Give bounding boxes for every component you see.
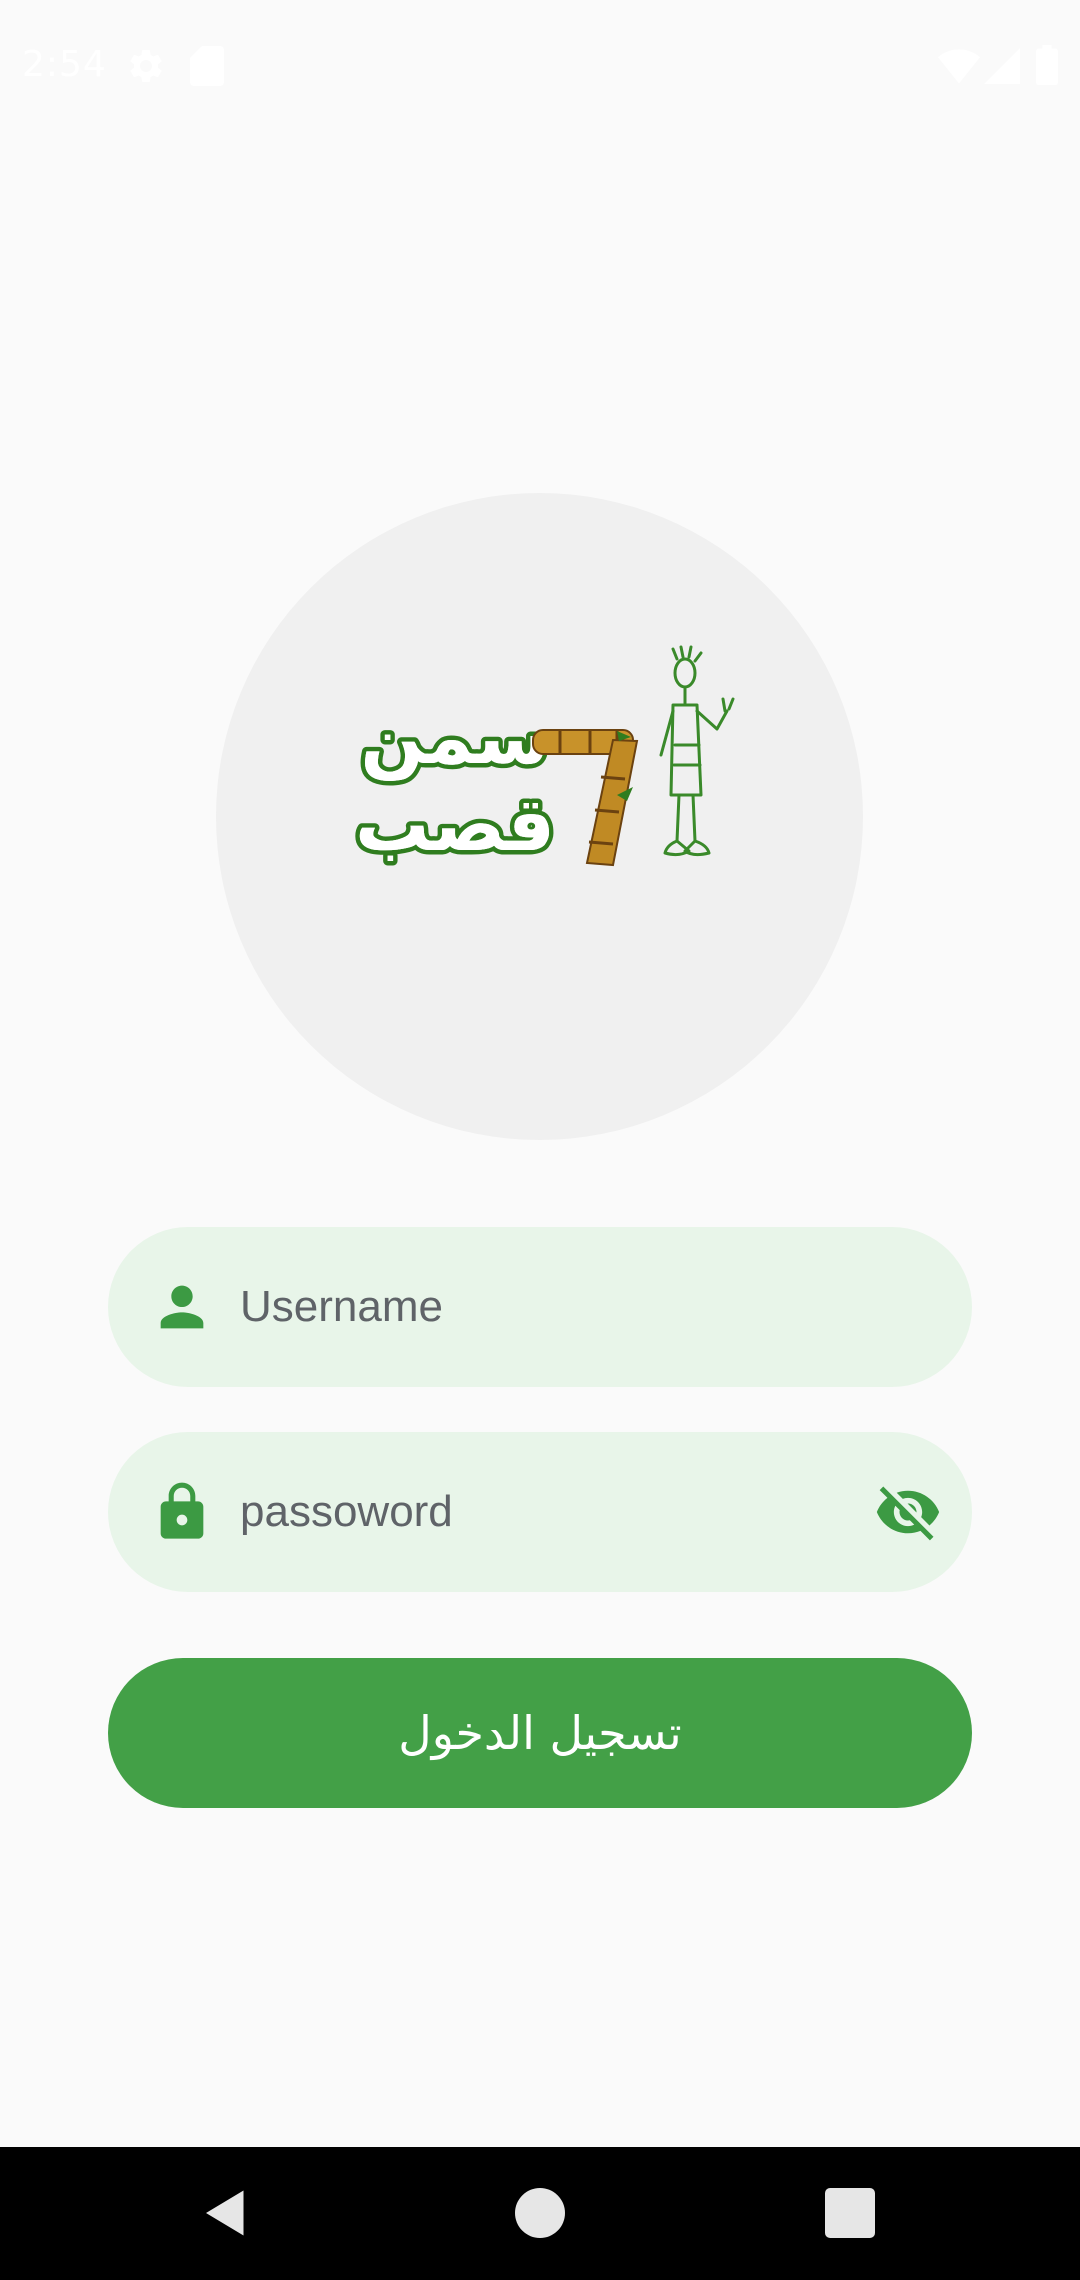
battery-icon	[1036, 44, 1058, 86]
status-time: 2:54	[22, 44, 107, 85]
home-icon[interactable]	[510, 2183, 570, 2243]
password-field[interactable]	[108, 1432, 972, 1592]
signal-icon	[984, 48, 1020, 84]
login-button[interactable]: تسجيل الدخول	[108, 1658, 972, 1808]
logo-image: سمن سمن قصب قصب	[355, 645, 735, 873]
visibility-off-icon[interactable]	[874, 1478, 942, 1546]
sd-card-icon	[190, 46, 224, 86]
person-icon	[160, 1285, 204, 1329]
password-input[interactable]	[240, 1432, 800, 1592]
username-field[interactable]	[108, 1227, 972, 1387]
back-icon[interactable]	[196, 2183, 256, 2243]
settings-icon	[130, 49, 162, 82]
svg-text:سمن: سمن	[361, 695, 550, 781]
navigation-bar	[0, 2147, 1080, 2280]
username-input[interactable]	[240, 1227, 800, 1387]
lock-icon	[160, 1482, 204, 1539]
wifi-icon	[938, 49, 980, 84]
svg-text:قصب: قصب	[355, 782, 555, 868]
status-bar: 2:54	[0, 0, 1080, 132]
recents-icon[interactable]	[820, 2183, 880, 2243]
